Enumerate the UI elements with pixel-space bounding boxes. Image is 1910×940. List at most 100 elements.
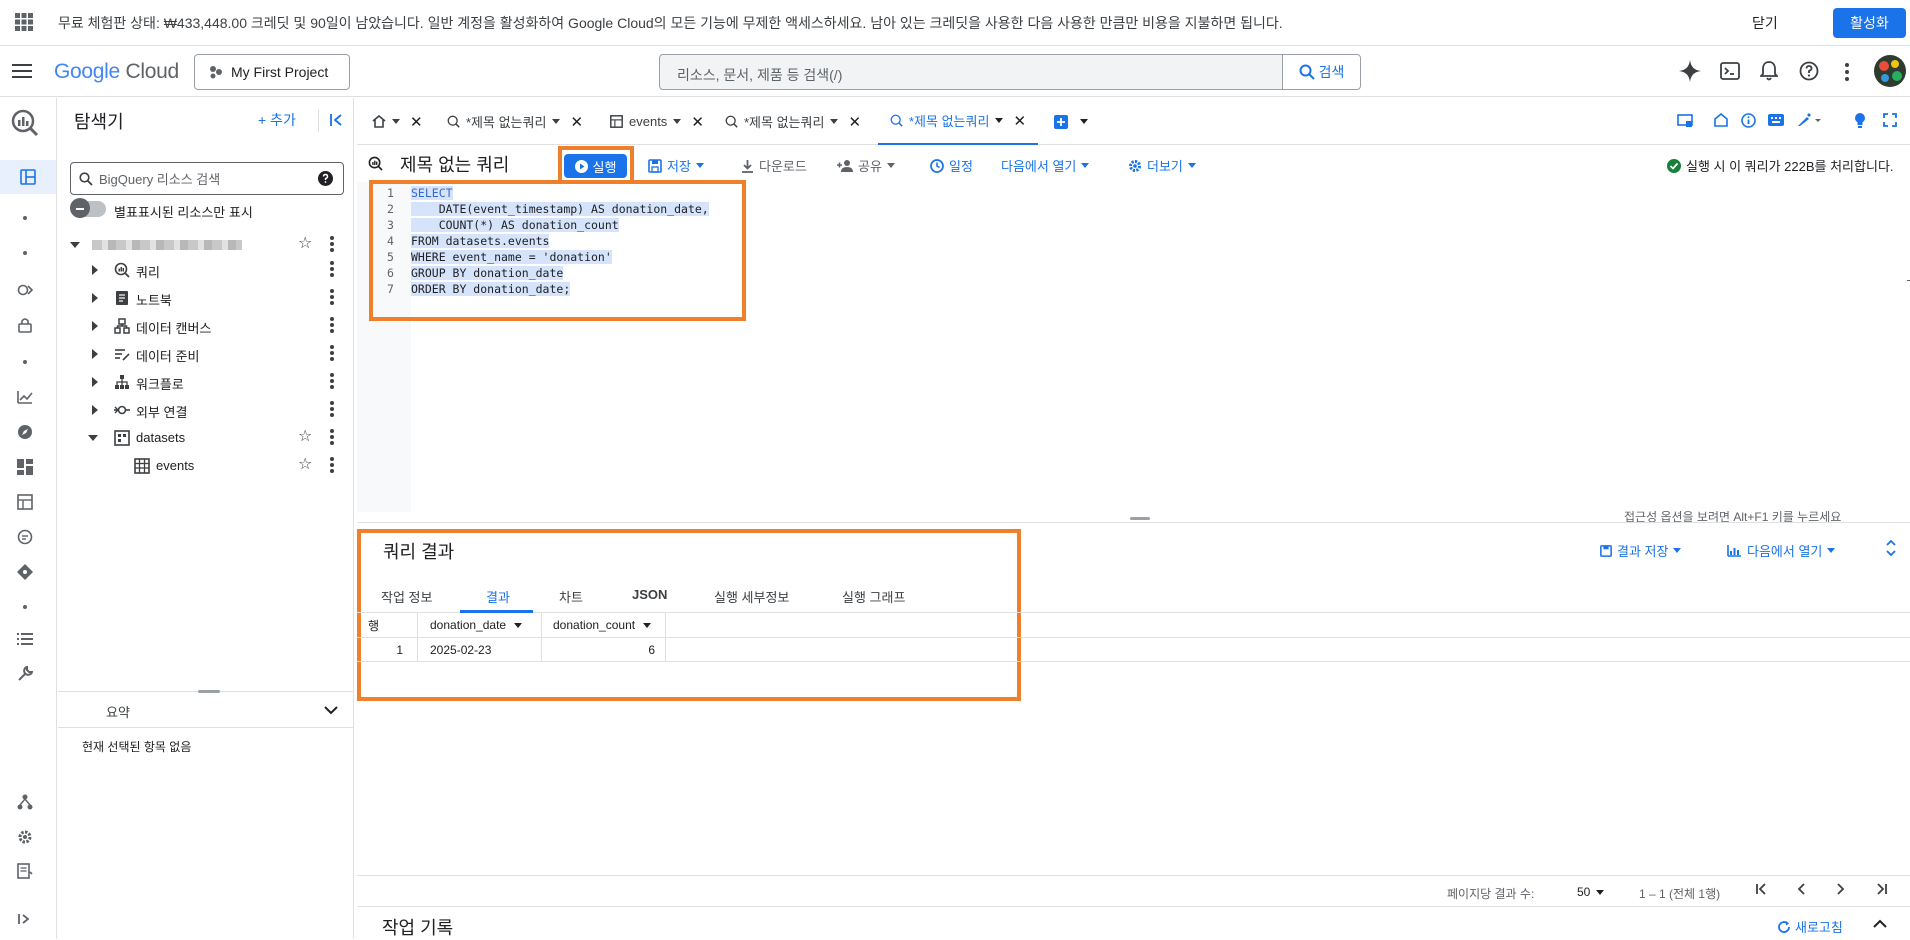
tree-item-queries[interactable]: 쿼리: [58, 257, 354, 283]
results-open-in-button[interactable]: 다음에서 열기: [1727, 541, 1836, 560]
rail-chart-icon[interactable]: [14, 386, 36, 408]
close-tab-icon[interactable]: ✕: [848, 113, 861, 131]
close-tab-icon[interactable]: ✕: [691, 113, 704, 131]
rail-dashboard-icon[interactable]: [14, 456, 36, 478]
rail-dot-icon[interactable]: [14, 242, 36, 264]
tab-execution-graph[interactable]: 실행 그래프: [842, 587, 905, 606]
expand-arrow-icon[interactable]: [92, 265, 98, 275]
more-actions-icon[interactable]: [330, 373, 334, 389]
rail-scan-icon[interactable]: [14, 279, 36, 301]
hamburger-menu-icon[interactable]: [12, 63, 32, 79]
help-icon[interactable]: [1799, 61, 1819, 81]
more-button[interactable]: 더보기: [1128, 156, 1196, 175]
tree-item-dataset[interactable]: datasets ☆: [58, 425, 354, 451]
tab-query-active[interactable]: *제목 없는쿼리 ✕: [878, 98, 1039, 145]
prev-page-icon[interactable]: [1797, 883, 1805, 895]
query-title[interactable]: 제목 없는 쿼리: [400, 151, 509, 177]
first-page-icon[interactable]: [1756, 883, 1768, 895]
expand-arrow-icon[interactable]: [92, 405, 98, 415]
rail-chat-icon[interactable]: [14, 526, 36, 548]
info-icon[interactable]: [1741, 113, 1756, 128]
collapse-arrow-icon[interactable]: [70, 242, 80, 248]
per-page-select[interactable]: 50: [1577, 885, 1605, 899]
more-actions-icon[interactable]: [330, 345, 334, 361]
table-cell[interactable]: 2025-02-23: [418, 638, 542, 661]
search-help-icon[interactable]: [318, 171, 333, 186]
save-results-button[interactable]: 결과 저장: [1600, 541, 1682, 560]
expand-panel-icon[interactable]: [1885, 540, 1897, 556]
editor-resize-handle[interactable]: [1130, 517, 1150, 520]
download-button[interactable]: 다운로드: [741, 156, 807, 175]
expand-arrow-icon[interactable]: [92, 377, 98, 387]
project-picker[interactable]: My First Project: [194, 54, 350, 90]
sql-editor[interactable]: 1 2 3 4 5 6 7 SELECT DATE(event_timestam…: [357, 180, 1910, 524]
rail-table-icon[interactable]: [14, 491, 36, 513]
tree-item-data-canvas[interactable]: 데이터 캔버스: [58, 313, 354, 339]
google-cloud-logo[interactable]: Google Cloud: [54, 60, 179, 84]
tree-item-external-connections[interactable]: 외부 연결: [58, 397, 354, 423]
close-tab-icon[interactable]: ✕: [410, 113, 423, 131]
tab-job-info[interactable]: 작업 정보: [381, 587, 432, 606]
next-page-icon[interactable]: [1837, 883, 1845, 895]
run-button[interactable]: 실행: [564, 154, 627, 178]
summary-section-header[interactable]: 요약: [58, 690, 354, 728]
home-icon[interactable]: [1714, 113, 1728, 127]
more-actions-icon[interactable]: [330, 261, 334, 277]
cloud-shell-icon[interactable]: [1720, 62, 1740, 80]
column-header[interactable]: donation_count: [542, 613, 666, 637]
save-button[interactable]: 저장: [648, 156, 704, 175]
chevron-up-icon[interactable]: [1873, 919, 1887, 928]
add-resource-button[interactable]: + 추가: [258, 110, 296, 130]
notifications-bell-icon[interactable]: [1760, 61, 1778, 81]
more-actions-icon[interactable]: [330, 429, 334, 445]
expand-arrow-icon[interactable]: [92, 321, 98, 331]
bigquery-logo-icon[interactable]: [10, 108, 40, 138]
open-in-button[interactable]: 다음에서 열기: [1001, 156, 1090, 175]
expand-arrow-icon[interactable]: [92, 349, 98, 359]
tab-layout-icon[interactable]: [1677, 114, 1693, 128]
tree-item-table-events[interactable]: events ☆: [58, 453, 354, 479]
dropdown-caret-icon[interactable]: [673, 119, 682, 124]
banner-close-button[interactable]: 닫기: [1752, 13, 1778, 33]
tab-home[interactable]: ✕: [372, 98, 423, 145]
activate-button[interactable]: 활성화: [1833, 8, 1906, 38]
share-button[interactable]: 공유: [837, 156, 895, 175]
rail-compass-icon[interactable]: [14, 421, 36, 443]
more-actions-icon[interactable]: [330, 401, 334, 417]
more-actions-icon[interactable]: [330, 289, 334, 305]
lightbulb-icon[interactable]: [1854, 112, 1866, 128]
rail-wrench-icon[interactable]: [14, 663, 36, 685]
rail-lock-icon[interactable]: [14, 314, 36, 336]
star-icon[interactable]: ☆: [298, 236, 312, 252]
rail-settings-icon[interactable]: [14, 826, 36, 848]
chevron-down-icon[interactable]: [324, 706, 338, 715]
close-tab-icon[interactable]: ✕: [1013, 112, 1026, 130]
rail-diamond-icon[interactable]: [14, 561, 36, 583]
search-button[interactable]: 검색: [1282, 55, 1360, 89]
tab-json[interactable]: JSON: [632, 587, 667, 602]
refresh-button[interactable]: 새로고침: [1777, 917, 1843, 936]
dropdown-caret-icon[interactable]: [552, 119, 561, 124]
rail-dot-icon[interactable]: [14, 207, 36, 229]
rail-dot-icon[interactable]: [14, 351, 36, 373]
tab-query-1[interactable]: *제목 없는쿼리 ✕: [447, 98, 583, 145]
column-header[interactable]: donation_date: [418, 613, 542, 637]
dropdown-caret-icon[interactable]: [830, 119, 839, 124]
tree-item-workflows[interactable]: 워크플로: [58, 369, 354, 395]
star-icon[interactable]: ☆: [298, 429, 312, 445]
schedule-button[interactable]: 일정: [930, 156, 973, 175]
more-actions-icon[interactable]: [330, 236, 334, 252]
fullscreen-icon[interactable]: [1883, 113, 1897, 127]
close-tab-icon[interactable]: ✕: [570, 113, 583, 131]
global-search-input[interactable]: 리소스, 문서, 제품 등 검색(/) 검색: [659, 54, 1361, 90]
table-row[interactable]: 1 2025-02-23 6: [357, 638, 1910, 662]
project-tree-row[interactable]: ☆: [58, 232, 354, 258]
dropdown-caret-icon[interactable]: [392, 119, 400, 124]
format-pen-icon[interactable]: [1797, 113, 1823, 127]
rail-release-notes-icon[interactable]: [14, 860, 36, 882]
collapse-explorer-icon[interactable]: [330, 113, 344, 127]
tab-execution-details[interactable]: 실행 세부정보: [714, 587, 789, 606]
rail-list-icon[interactable]: [14, 628, 36, 650]
expand-rail-icon[interactable]: [14, 908, 36, 930]
avatar[interactable]: [1873, 54, 1907, 88]
